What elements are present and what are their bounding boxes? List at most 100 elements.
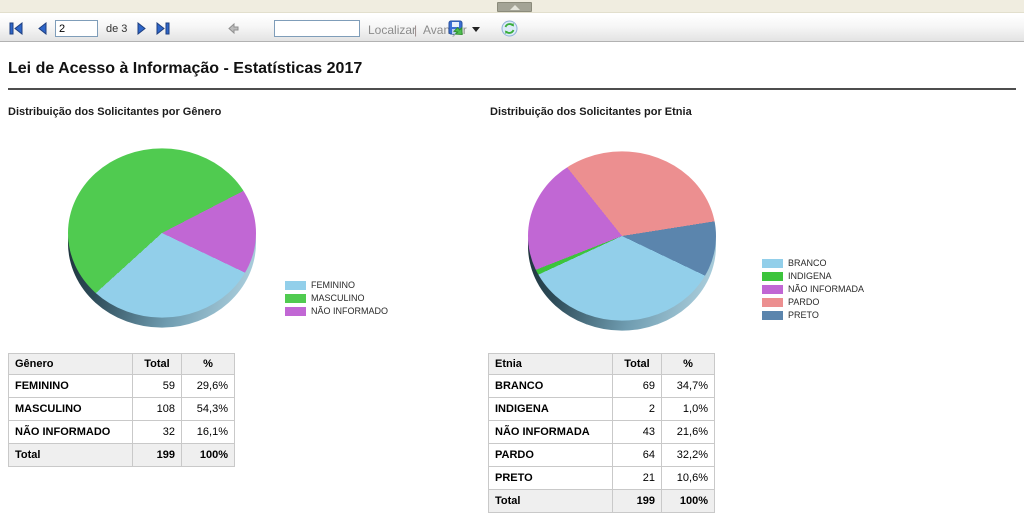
table-cell: 21 (613, 467, 662, 490)
table-row: NÃO INFORMADO 32 16,1% (9, 421, 235, 444)
parameters-strip (0, 0, 1024, 13)
table-header-row: Etnia Total % (489, 354, 715, 375)
legend-item: NÃO INFORMADA (762, 285, 864, 294)
table-header-row: Gênero Total % (9, 354, 235, 375)
first-page-icon (9, 22, 23, 35)
table-cell: NÃO INFORMADO (9, 421, 133, 444)
table-cell: 32 (133, 421, 182, 444)
table-cell: Total (489, 490, 613, 513)
table-cell: NÃO INFORMADA (489, 421, 613, 444)
legend-label: MASCULINO (311, 294, 365, 303)
previous-page-button[interactable] (36, 22, 47, 40)
table-header-cell: Gênero (9, 354, 133, 375)
gender-pie-chart (68, 139, 256, 327)
table-cell: PRETO (489, 467, 613, 490)
table-header-cell: Etnia (489, 354, 613, 375)
table-cell: 34,7% (662, 375, 715, 398)
table-cell: 199 (613, 490, 662, 513)
legend-swatch-pardo (762, 298, 783, 307)
last-page-button[interactable] (156, 22, 170, 40)
legend-item: INDIGENA (762, 272, 864, 281)
legend-swatch-nao-informada (762, 285, 783, 294)
back-to-parent-report-button[interactable] (227, 22, 240, 40)
table-cell: 64 (613, 444, 662, 467)
legend-swatch-feminino (285, 281, 306, 290)
table-cell: 108 (133, 398, 182, 421)
ethnicity-table: Etnia Total % BRANCO 69 34,7% INDIGENA 2… (488, 353, 715, 513)
legend-label: PRETO (788, 311, 819, 320)
page-count-label: de 3 (106, 23, 127, 35)
table-header-cell: % (182, 354, 235, 375)
legend-label: NÃO INFORMADA (788, 285, 864, 294)
legend-swatch-indigena (762, 272, 783, 281)
legend-label: NÃO INFORMADO (311, 307, 388, 316)
title-rule (8, 88, 1016, 90)
table-cell: PARDO (489, 444, 613, 467)
table-row: PRETO 21 10,6% (489, 467, 715, 490)
table-cell: INDIGENA (489, 398, 613, 421)
refresh-button[interactable] (501, 20, 518, 42)
localizar-link[interactable]: Localizar (368, 23, 416, 37)
legend-item: FEMININO (285, 281, 388, 290)
page-title: Lei de Acesso à Informação - Estatística… (8, 60, 362, 78)
table-cell: BRANCO (489, 375, 613, 398)
find-text-input[interactable] (274, 20, 360, 37)
table-cell: 100% (662, 490, 715, 513)
collapse-parameters-button[interactable] (497, 2, 532, 12)
table-cell: 32,2% (662, 444, 715, 467)
gender-chart-title: Distribuição dos Solicitantes por Gênero (8, 106, 221, 118)
export-save-icon (448, 20, 467, 37)
page-number-input[interactable] (55, 20, 98, 37)
table-cell: 54,3% (182, 398, 235, 421)
table-row: NÃO INFORMADA 43 21,6% (489, 421, 715, 444)
legend-swatch-nao-informado (285, 307, 306, 316)
gender-table: Gênero Total % FEMININO 59 29,6% MASCULI… (8, 353, 235, 467)
legend-item: BRANCO (762, 259, 864, 268)
table-row: PARDO 64 32,2% (489, 444, 715, 467)
report-viewer: de 3 Localizar | Avançar (0, 0, 1024, 519)
table-header-cell: % (662, 354, 715, 375)
next-page-button[interactable] (137, 22, 148, 40)
table-header-cell: Total (133, 354, 182, 375)
table-cell: 199 (133, 444, 182, 467)
ethnicity-chart-title: Distribuição dos Solicitantes por Etnia (490, 106, 692, 118)
legend-label: PARDO (788, 298, 819, 307)
table-cell: 100% (182, 444, 235, 467)
legend-item: MASCULINO (285, 294, 388, 303)
legend-item: PARDO (762, 298, 864, 307)
table-cell: MASCULINO (9, 398, 133, 421)
ethnicity-legend: BRANCO INDIGENA NÃO INFORMADA PARDO PRET… (762, 259, 864, 324)
table-row: FEMININO 59 29,6% (9, 375, 235, 398)
legend-label: BRANCO (788, 259, 827, 268)
table-cell: 69 (613, 375, 662, 398)
export-button[interactable] (448, 20, 467, 42)
find-next-separator: | (414, 23, 417, 37)
table-cell: 29,6% (182, 375, 235, 398)
last-page-icon (156, 22, 170, 35)
first-page-button[interactable] (9, 22, 23, 40)
table-cell: Total (9, 444, 133, 467)
report-toolbar: de 3 Localizar | Avançar (0, 14, 1024, 42)
table-total-row: Total 199 100% (489, 490, 715, 513)
legend-label: INDIGENA (788, 272, 832, 281)
legend-swatch-branco (762, 259, 783, 268)
table-row: MASCULINO 108 54,3% (9, 398, 235, 421)
next-page-icon (137, 22, 148, 35)
table-cell: 2 (613, 398, 662, 421)
ethnicity-pie-chart (528, 142, 716, 330)
legend-label: FEMININO (311, 281, 355, 290)
table-row: BRANCO 69 34,7% (489, 375, 715, 398)
legend-swatch-preto (762, 311, 783, 320)
table-cell: FEMININO (9, 375, 133, 398)
legend-item: PRETO (762, 311, 864, 320)
collapse-parameters-icon (510, 5, 520, 10)
export-dropdown-caret[interactable] (472, 27, 480, 32)
previous-page-icon (36, 22, 47, 35)
table-total-row: Total 199 100% (9, 444, 235, 467)
table-cell: 59 (133, 375, 182, 398)
gender-legend: FEMININO MASCULINO NÃO INFORMADO (285, 281, 388, 320)
table-cell: 21,6% (662, 421, 715, 444)
table-row: INDIGENA 2 1,0% (489, 398, 715, 421)
table-cell: 43 (613, 421, 662, 444)
back-parent-report-icon (227, 22, 240, 35)
